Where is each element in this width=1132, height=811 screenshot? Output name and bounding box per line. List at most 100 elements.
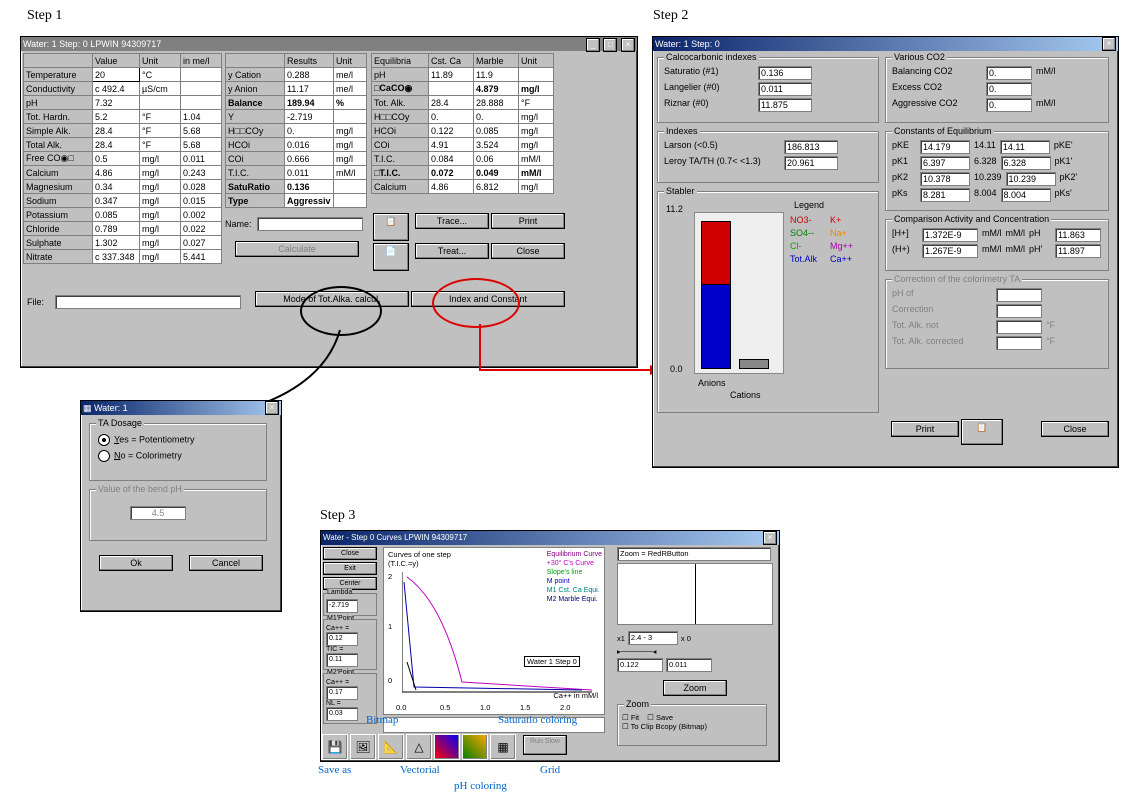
kv-row: Larson (<0.5)186.813 [664,140,872,154]
kv-row: pKs8.2818.0048.004pKs' [892,188,1102,202]
bend-group: Value of the bend pH [96,484,184,494]
close-button[interactable]: Close [323,547,377,560]
anno-grid: Grid [540,764,560,776]
close-button[interactable]: Close [1041,421,1109,437]
table-row: Sodium0.347mg/l0.015 [24,194,222,208]
step2-window: Water: 1 Step: 0 × Calcocarbonic indexes… [652,36,1119,468]
anno-bitmap: Bitmap [366,714,398,726]
radio-yes[interactable]: YYes = Potentiometryes = Potentiometry [98,434,258,446]
copy-icon[interactable]: 📋 [373,213,409,241]
inputs-table: ValueUnitin me/l Temperature20°CConducti… [23,53,222,264]
y-top: 11.2 [666,204,683,214]
name-input[interactable] [257,217,363,231]
kv-row: Leroy TA/TH (0.7< <1.3)20.961 [664,156,872,170]
x1-field[interactable]: 2.4 - 3 [628,631,678,645]
table-row: Nitratec 337.348mg/l5.441 [24,250,222,264]
title-bar[interactable]: Water: 1 Step: 0 LPWIN 94309717 _ □ × [21,37,637,51]
table-row: COi0.666mg/l [226,152,367,166]
x-cations: Cations [730,390,761,400]
close-icon[interactable]: × [621,38,635,52]
results-table: ResultsUnit y Cation0.288me/ly Anion11.1… [225,53,367,208]
treat-button[interactable]: Treat... [415,243,489,259]
table-row: Chloride0.789mg/l0.022 [24,222,222,236]
co2-group: Various CO2 [892,52,947,62]
trace-button[interactable]: Trace... [415,213,489,229]
keq-group: Constants of Equilibrium [892,126,994,136]
table-row: Temperature20°C [24,68,222,82]
close-icon[interactable]: × [265,401,279,415]
curves-plot: Curves of one step(T.I.C.=y) Equilibrium… [383,547,605,715]
kv-row: pK16.3976.3286.328pK1' [892,156,1102,170]
y-bot: 0.0 [670,364,683,374]
title-bar[interactable]: Water: 1 Step: 0 × [653,37,1118,51]
file-label: File: [27,297,44,307]
table-row: Potassium0.085mg/l0.002 [24,208,222,222]
zoom-label: Zoom = RedRButton [617,547,771,561]
run-button: Run Slow [523,735,567,755]
anno-vect: Vectorial [400,764,440,776]
close-icon[interactable]: × [763,531,777,545]
stabler-group: Stabler [664,186,697,196]
table-row: y Anion11.17me/l [226,82,367,96]
series-box: Water 1 Step 0 [524,656,580,667]
table-row: Tot. Hardn.5.2°F1.04 [24,110,222,124]
file-input[interactable] [55,295,241,309]
anno-ph: pH coloring [454,780,507,792]
title-bar[interactable]: Water - Step 0 Curves LPWIN 94309717 × [321,531,779,545]
minimize-icon[interactable]: _ [586,38,600,52]
table-row: Calcium4.866.812mg/l [372,180,554,194]
kv-row: Balancing CO20.mM/l [892,66,1102,80]
idx-group: Indexes [664,126,700,136]
table-row: Tot. Alk.28.428.888°F [372,96,554,110]
kv-row: Aggressive CO20.mM/l [892,98,1102,112]
step3-window: Water - Step 0 Curves LPWIN 94309717 × C… [320,530,780,762]
corr-group: Correction of the colorimetry TA [892,274,1022,284]
bitmap-icon[interactable]: 🖼 [350,734,376,760]
table-row: HCOi0.1220.085mg/l [372,124,554,138]
print-button[interactable]: Print [491,213,565,229]
radio-no[interactable]: No = Colorimetry [98,450,258,462]
ta-dialog: ▦ Water: 1 × TA Dosage YYes = Potentiome… [80,400,282,612]
saturatio-coloring-icon[interactable] [462,734,488,760]
kv-row: [H+]1.372E-9mM/lmM/lpH11.863 [892,228,1102,242]
cancel-button[interactable]: Cancel [189,555,263,571]
triangle-icon[interactable]: △ [406,734,432,760]
equilibria-table: EquilibriaCst. CaMarbleUnit pH11.8911.9□… [371,53,554,194]
name-label: Name: [225,219,252,229]
copy-icon[interactable]: 📋 [961,419,1003,445]
table-row: H□□COy0.mg/l [226,124,367,138]
kv-row: pK210.37810.23910.239pK2' [892,172,1102,186]
title-bar[interactable]: ▦ Water: 1 × [81,401,281,415]
zoom-button[interactable]: Zoom [663,680,727,696]
print-button[interactable]: Print [891,421,959,437]
table-row: pH7.32 [24,96,222,110]
bend-value: 4.5 [130,506,186,520]
table-row: Conductivityc 492.4µS/cm [24,82,222,96]
close-button[interactable]: Close [491,243,565,259]
exit-button[interactable]: Exit [323,562,377,575]
step2-label: Step 2 [653,8,688,24]
kv-row: Langelier (#0)0.011 [664,82,872,96]
table-row: H□□COy0.0.mg/l [372,110,554,124]
app-icon: ▦ [83,403,94,413]
grid-icon[interactable]: ▦ [490,734,516,760]
maximize-icon[interactable]: □ [603,38,617,52]
table-row: Balance189.94% [226,96,367,110]
ok-button[interactable]: Ok [99,555,173,571]
table-row: TypeAggressiv [226,194,367,208]
val-right[interactable]: 0.011 [666,658,712,672]
table-row: HCOi0.016mg/l [226,138,367,152]
table-row: SatuRatio0.136 [226,180,367,194]
table-row: pH11.8911.9 [372,68,554,82]
paste-icon[interactable]: 📄 [373,243,409,271]
close-icon[interactable]: × [1102,37,1116,51]
cmp-group: Comparison Activity and Concentration [892,214,1051,224]
kv-row: Excess CO20. [892,82,1102,96]
vectorial-icon[interactable]: 📐 [378,734,404,760]
table-row: Sulphate1.302mg/l0.027 [24,236,222,250]
x-anions: Anions [698,378,726,388]
zoom-view [617,563,773,625]
ph-coloring-icon[interactable] [434,734,460,760]
save-as-icon[interactable]: 💾 [322,734,348,760]
val-left[interactable]: 0.122 [617,658,663,672]
